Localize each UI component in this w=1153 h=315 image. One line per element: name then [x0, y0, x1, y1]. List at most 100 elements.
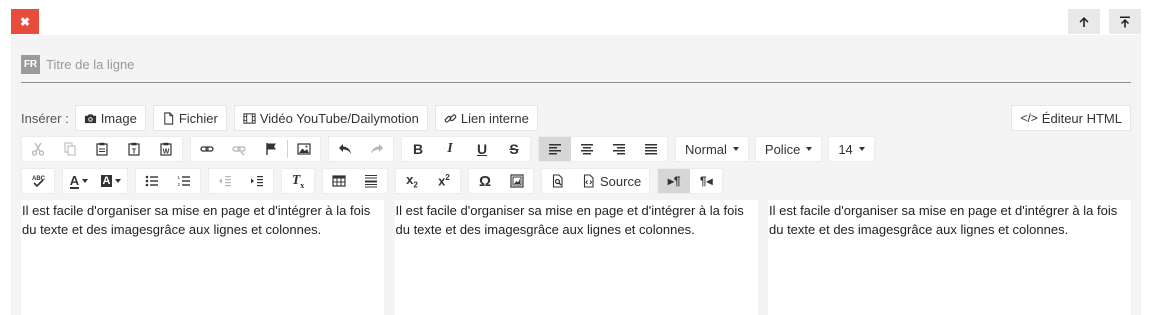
camera-icon	[84, 113, 96, 123]
redo-icon	[371, 144, 383, 154]
column-editor[interactable]: Il est facile d'organiser sa mise en pag…	[394, 200, 758, 315]
columns-area: Il est facile d'organiser sa mise en pag…	[21, 200, 1131, 315]
strikethrough-button[interactable]: S	[498, 137, 530, 161]
size-dropdown[interactable]: 14	[828, 136, 875, 162]
film-icon	[243, 112, 256, 124]
arrow-up-icon	[1079, 16, 1089, 27]
align-left-button[interactable]	[539, 137, 571, 161]
insert-file-label: Fichier	[178, 110, 218, 126]
clipboard-group: T W	[21, 136, 183, 162]
direction-group: ▸¶ ¶◂	[657, 168, 724, 194]
anchor-button[interactable]	[255, 137, 287, 161]
remove-format-button[interactable]: Tx	[282, 169, 314, 193]
text-color-button[interactable]: A	[63, 169, 95, 193]
insert-file-button[interactable]: Fichier	[152, 105, 227, 131]
color-group: A A	[62, 168, 128, 194]
paste-button[interactable]	[86, 137, 118, 161]
iframe-button[interactable]	[501, 169, 533, 193]
insert-objects-group	[322, 168, 388, 194]
insert-internal-link-button[interactable]: Lien interne	[434, 105, 538, 131]
source-icon	[583, 174, 594, 188]
copy-icon	[64, 142, 76, 156]
editor-toolbar-row-2: ABC A A 12 Tx x2 x2 Ω Source ▸¶ ¶◂	[21, 168, 730, 194]
insert-toolbar: Insérer : Image Fichier Vidéo YouTube/Da…	[21, 105, 545, 131]
link-group	[190, 136, 321, 162]
rtl-button[interactable]: ¶◂	[690, 169, 722, 193]
paste-word-icon: W	[160, 142, 172, 156]
basic-style-group: B I U S	[401, 136, 531, 162]
cut-button[interactable]	[22, 137, 54, 161]
italic-icon: I	[447, 141, 453, 156]
move-to-top-button[interactable]	[1109, 9, 1141, 34]
font-dropdown[interactable]: Police	[754, 136, 823, 162]
copy-button[interactable]	[54, 137, 86, 161]
editor-toolbar-row-1: T W B I U S Normal Police 14	[21, 136, 881, 162]
underline-icon: U	[476, 141, 488, 157]
ltr-icon: ▸¶	[667, 174, 681, 188]
source-button[interactable]: Source	[574, 169, 649, 193]
iframe-icon	[510, 174, 524, 188]
cut-icon	[31, 142, 45, 156]
link-icon	[200, 146, 214, 152]
image-button[interactable]	[288, 137, 320, 161]
indent-group	[208, 168, 274, 194]
subscript-button[interactable]: x2	[396, 169, 428, 193]
align-left-icon	[549, 144, 561, 155]
insert-image-label: Image	[100, 110, 137, 126]
column-editor[interactable]: Il est facile d'organiser sa mise en pag…	[768, 200, 1131, 315]
bold-button[interactable]: B	[402, 137, 434, 161]
align-center-button[interactable]	[571, 137, 603, 161]
indent-button[interactable]	[241, 169, 273, 193]
undo-button[interactable]	[329, 137, 361, 161]
insert-video-button[interactable]: Vidéo YouTube/Dailymotion	[233, 105, 428, 131]
special-char-button[interactable]: Ω	[469, 169, 501, 193]
format-dropdown[interactable]: Normal	[675, 136, 749, 162]
paste-icon	[96, 142, 108, 156]
column-editor[interactable]: Il est facile d'organiser sa mise en pag…	[21, 200, 384, 315]
spellcheck-icon: ABC	[32, 176, 45, 188]
html-editor-button[interactable]: </> Éditeur HTML	[1011, 105, 1131, 131]
bulleted-list-button[interactable]	[136, 169, 168, 193]
arrow-to-top-icon	[1120, 16, 1130, 27]
html-editor-label: Éditeur HTML	[1041, 110, 1122, 126]
horizontal-rule-button[interactable]	[355, 169, 387, 193]
paste-word-button[interactable]: W	[150, 137, 182, 161]
paste-text-icon: T	[128, 142, 140, 156]
language-badge: FR	[21, 55, 40, 74]
preview-button[interactable]	[542, 169, 574, 193]
outdent-button[interactable]	[209, 169, 241, 193]
numbered-list-icon: 12	[178, 175, 190, 187]
outdent-icon	[219, 176, 231, 187]
script-group: x2 x2	[395, 168, 461, 194]
ltr-button[interactable]: ▸¶	[658, 169, 691, 193]
delete-row-button[interactable]: ✖	[11, 9, 39, 34]
link-button[interactable]	[191, 137, 223, 161]
anchor-flag-icon	[266, 143, 276, 155]
bold-icon: B	[412, 141, 424, 157]
paste-text-button[interactable]: T	[118, 137, 150, 161]
move-up-button[interactable]	[1068, 9, 1100, 34]
svg-text:T: T	[132, 149, 137, 156]
underline-button[interactable]: U	[466, 137, 498, 161]
redo-button[interactable]	[361, 137, 393, 161]
list-group: 12	[135, 168, 201, 194]
title-input[interactable]	[46, 55, 646, 74]
table-button[interactable]	[323, 169, 355, 193]
numbered-list-button[interactable]: 12	[168, 169, 200, 193]
svg-text:2: 2	[178, 182, 181, 187]
svg-text:1: 1	[178, 175, 181, 180]
align-justify-button[interactable]	[635, 137, 667, 161]
align-right-button[interactable]	[603, 137, 635, 161]
code-icon: </>	[1020, 111, 1038, 125]
italic-button[interactable]: I	[434, 137, 466, 161]
superscript-icon: x2	[438, 173, 450, 189]
align-group	[538, 136, 668, 162]
background-color-icon: A	[100, 175, 113, 187]
background-color-button[interactable]: A	[95, 169, 127, 193]
unlink-button[interactable]	[223, 137, 255, 161]
spellcheck-button[interactable]: ABC	[22, 169, 54, 193]
superscript-button[interactable]: x2	[428, 169, 460, 193]
horizontal-rule-icon	[365, 175, 377, 188]
link-icon	[444, 113, 457, 123]
insert-image-button[interactable]: Image	[74, 105, 146, 131]
